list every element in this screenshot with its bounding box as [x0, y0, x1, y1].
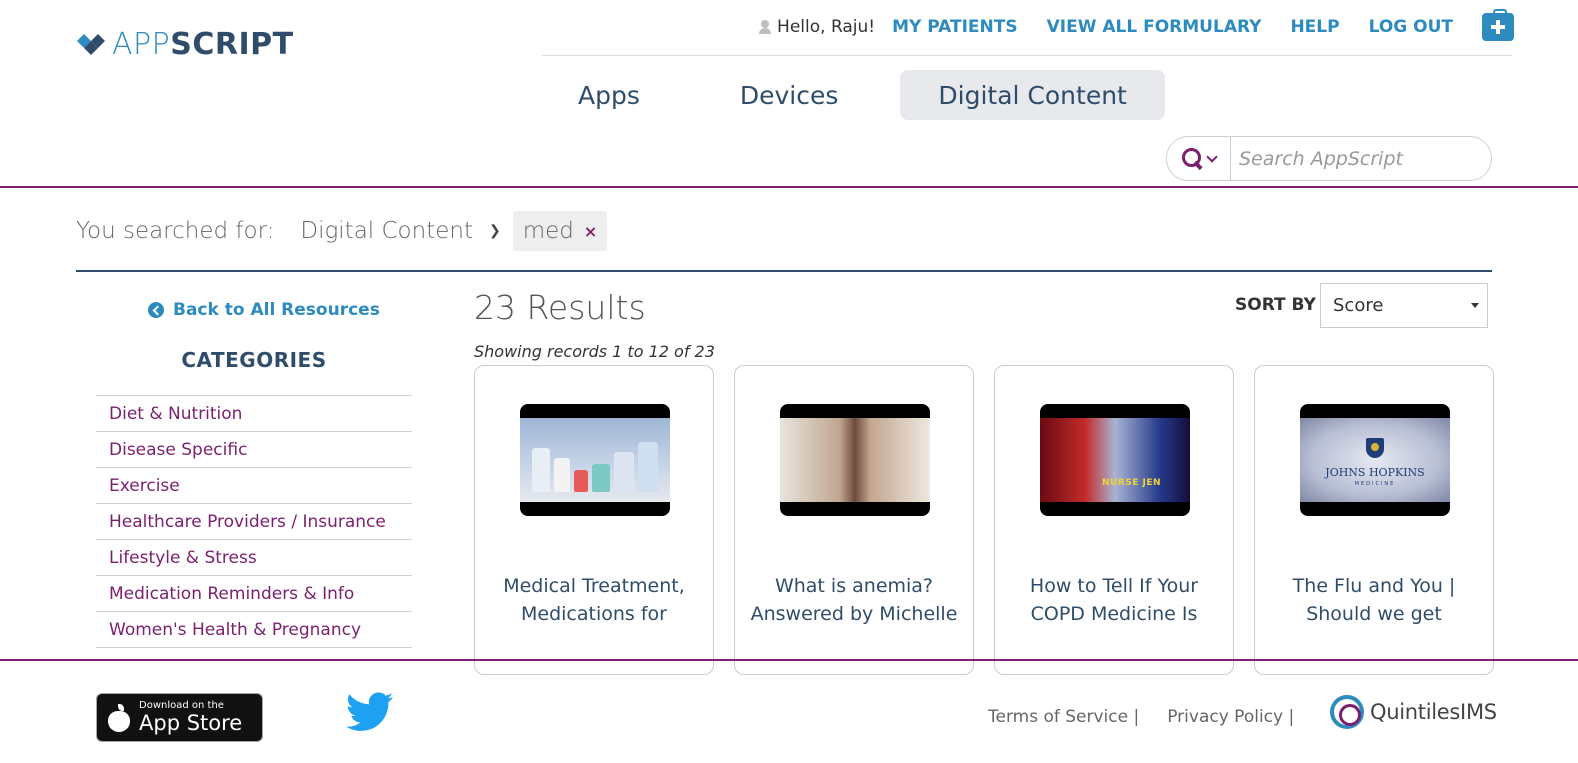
- video-thumbnail[interactable]: [520, 404, 670, 516]
- category-disease-specific[interactable]: Disease Specific: [96, 432, 412, 468]
- result-card[interactable]: What is anemia? Answered by Michelle: [734, 365, 974, 675]
- logo-text: APPSCRIPT: [112, 30, 294, 60]
- view-all-formulary-link[interactable]: VIEW ALL FORMULARY: [1047, 17, 1262, 37]
- result-card[interactable]: JOHNS HOPKINS MEDICINE The Flu and You |…: [1254, 365, 1494, 675]
- top-navigation: Hello, Raju! MY PATIENTS VIEW ALL FORMUL…: [759, 9, 1514, 41]
- sort-by-label: SORT BY: [1235, 295, 1316, 315]
- greeting-text: Hello, Raju!: [777, 17, 876, 37]
- video-thumbnail[interactable]: JOHNS HOPKINS MEDICINE: [1300, 404, 1450, 516]
- card-title[interactable]: The Flu and You | Should we get: [1267, 572, 1481, 628]
- chevron-left-circle-icon: [148, 302, 164, 318]
- medical-kit-icon[interactable]: [1482, 9, 1514, 41]
- content-type-tabs: Apps Devices Digital Content: [540, 70, 1189, 120]
- thumbnail-caption: JOHNS HOPKINS: [1325, 466, 1425, 479]
- tab-digital-content[interactable]: Digital Content: [900, 70, 1165, 120]
- app-store-big-text: App Store: [139, 711, 243, 735]
- user-greeting: Hello, Raju!: [759, 17, 875, 37]
- back-to-all-resources-link[interactable]: Back to All Resources: [148, 300, 380, 320]
- search-summary: You searched for: Digital Content ❯ med …: [76, 211, 608, 251]
- log-out-link[interactable]: LOG OUT: [1369, 17, 1453, 37]
- header-bottom-rule: [0, 186, 1578, 188]
- quintilesims-mark-icon: [1330, 695, 1364, 729]
- chevron-down-icon: [1205, 150, 1218, 163]
- footer-links: Terms of Service | Privacy Policy |: [988, 707, 1294, 727]
- thumbnail-image: NURSE JEN: [1040, 418, 1190, 502]
- video-thumbnail[interactable]: NURSE JEN: [1040, 404, 1190, 516]
- category-medication-reminders-info[interactable]: Medication Reminders & Info: [96, 576, 412, 612]
- my-patients-link[interactable]: MY PATIENTS: [892, 17, 1017, 37]
- search-icon: [1181, 147, 1204, 170]
- kit-plus-horizontal: [1491, 25, 1505, 29]
- result-card[interactable]: Medical Treatment, Medications for: [474, 365, 714, 675]
- logo-mark-icon: [77, 34, 105, 55]
- thumbnail-image: [780, 418, 930, 502]
- tab-apps[interactable]: Apps: [540, 70, 678, 120]
- bottle-shape: [574, 470, 588, 492]
- logo-text-part2: SCRIPT: [170, 27, 294, 62]
- footer-top-rule: [0, 659, 1578, 661]
- sort-value: Score: [1333, 295, 1384, 316]
- result-card[interactable]: NURSE JEN How to Tell If Your COPD Medic…: [994, 365, 1234, 675]
- tab-devices[interactable]: Devices: [702, 70, 877, 120]
- category-healthcare-providers-insurance[interactable]: Healthcare Providers / Insurance: [96, 504, 412, 540]
- search-input[interactable]: [1231, 147, 1491, 170]
- video-thumbnail[interactable]: [780, 404, 930, 516]
- summary-divider: [76, 270, 1492, 272]
- showing-records: Showing records 1 to 12 of 23: [474, 342, 715, 361]
- category-exercise[interactable]: Exercise: [96, 468, 412, 504]
- searched-for-label: You searched for:: [76, 218, 275, 244]
- search-term-text: med: [522, 218, 574, 244]
- appscript-logo[interactable]: APPSCRIPT: [76, 30, 294, 60]
- app-store-text: Download on the App Store: [139, 701, 242, 734]
- bottle-shape: [532, 448, 550, 492]
- apple-icon: [107, 703, 131, 732]
- quintilesims-logo[interactable]: QuintilesIMS: [1330, 695, 1497, 729]
- breadcrumb-digital-content[interactable]: Digital Content: [300, 218, 473, 244]
- johns-hopkins-shield-icon: [1366, 438, 1384, 458]
- search-term-chip: med ×: [512, 211, 608, 251]
- bottle-shape: [614, 452, 634, 492]
- twitter-icon[interactable]: [346, 692, 394, 732]
- thumbnail-caption: NURSE JEN: [1102, 478, 1162, 488]
- header-divider: [542, 55, 1512, 56]
- thumbnail-image: JOHNS HOPKINS MEDICINE: [1300, 418, 1450, 502]
- categories-heading: CATEGORIES: [181, 348, 327, 372]
- user-icon: [759, 20, 772, 34]
- card-title[interactable]: What is anemia? Answered by Michelle: [747, 572, 961, 628]
- search-type-dropdown[interactable]: [1167, 137, 1231, 180]
- bottle-shape: [638, 442, 658, 492]
- category-list: Diet & Nutrition Disease Specific Exerci…: [96, 395, 412, 648]
- breadcrumb-separator-icon: ❯: [488, 223, 501, 239]
- caret-down-icon: [1471, 303, 1479, 308]
- privacy-policy-link[interactable]: Privacy Policy |: [1167, 707, 1294, 727]
- category-womens-health-pregnancy[interactable]: Women's Health & Pregnancy: [96, 612, 412, 648]
- back-label: Back to All Resources: [173, 300, 380, 320]
- thumbnail-subcaption: MEDICINE: [1354, 481, 1396, 487]
- terms-of-service-link[interactable]: Terms of Service |: [988, 707, 1139, 727]
- category-diet-nutrition[interactable]: Diet & Nutrition: [96, 396, 412, 432]
- remove-term-icon[interactable]: ×: [584, 222, 597, 241]
- logo-text-part1: APP: [112, 27, 171, 62]
- search-bar: [1166, 136, 1492, 181]
- sort-select[interactable]: Score: [1320, 283, 1488, 328]
- category-lifestyle-stress[interactable]: Lifestyle & Stress: [96, 540, 412, 576]
- card-title[interactable]: How to Tell If Your COPD Medicine Is: [1007, 572, 1221, 628]
- results-count: 23 Results: [474, 288, 646, 327]
- results-grid: Medical Treatment, Medications for What …: [474, 365, 1494, 675]
- quintilesims-text: QuintilesIMS: [1370, 700, 1497, 724]
- help-link[interactable]: HELP: [1290, 17, 1339, 37]
- bottle-shape: [554, 458, 570, 492]
- bottle-shape: [592, 464, 610, 492]
- app-store-small-text: Download on the: [139, 700, 224, 711]
- thumbnail-image: [520, 418, 670, 502]
- app-store-badge[interactable]: Download on the App Store: [96, 693, 263, 742]
- card-title[interactable]: Medical Treatment, Medications for: [487, 572, 701, 628]
